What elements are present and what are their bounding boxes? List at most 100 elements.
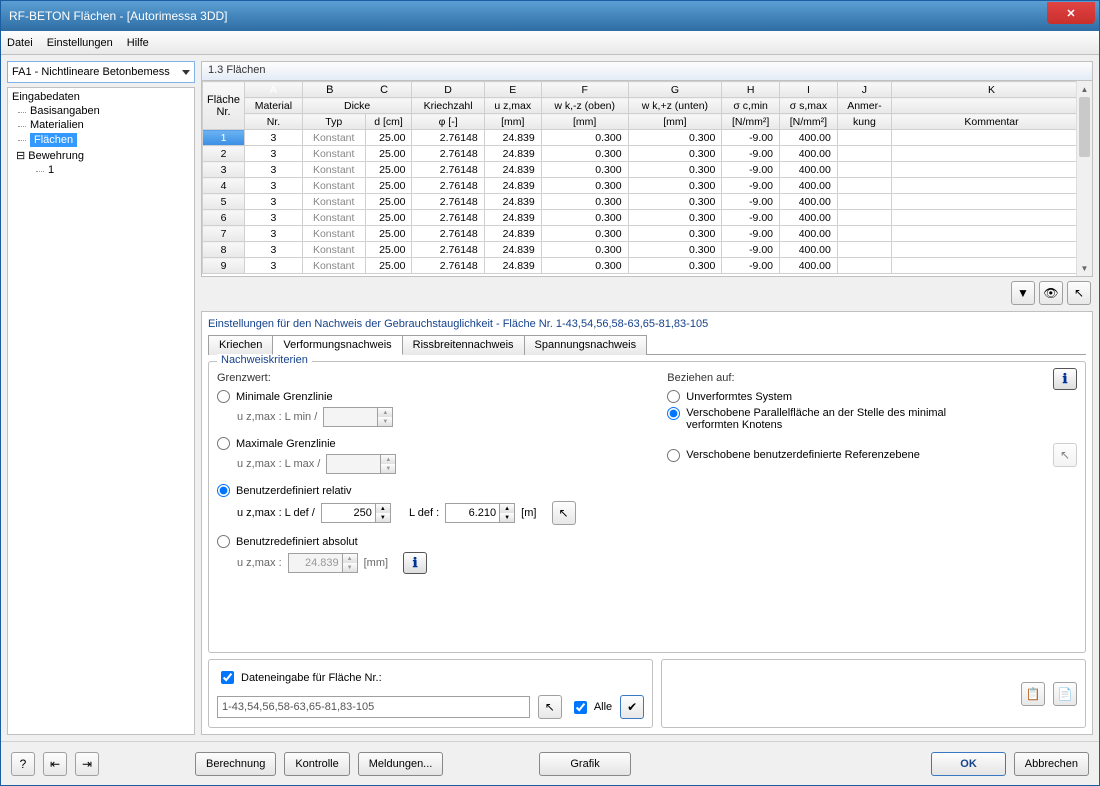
tree-materialien[interactable]: Materialien bbox=[28, 118, 192, 132]
ldef-value-spinner[interactable]: 6.210▲▼ bbox=[445, 503, 515, 523]
footer: ? ⇤ ⇥ Berechnung Kontrolle Meldungen... … bbox=[1, 741, 1099, 785]
uzmax-spinner[interactable]: 24.839▲▼ bbox=[288, 553, 358, 573]
col-flaeche-nr: FlächeNr. bbox=[203, 82, 245, 130]
left-panel: FA1 - Nichtlineare Betonbemess Eingabeda… bbox=[7, 61, 195, 735]
col-letter-d[interactable]: D bbox=[412, 82, 484, 98]
user-abs-inputs: u z,max : 24.839▲▼ [mm] ℹ bbox=[237, 552, 647, 574]
tree-bewehrung-1[interactable]: 1 bbox=[46, 163, 192, 177]
abbrechen-button[interactable]: Abbrechen bbox=[1014, 752, 1089, 776]
content-area: FA1 - Nichtlineare Betonbemess Eingabeda… bbox=[1, 55, 1099, 741]
settings-tabs: Kriechen Verformungsnachweis Rissbreiten… bbox=[208, 334, 1086, 355]
ok-button[interactable]: OK bbox=[931, 752, 1006, 776]
table-row[interactable]: 7 3 Konstant 25.00 2.76148 24.839 0.300 … bbox=[203, 226, 1092, 242]
col-letter-g[interactable]: G bbox=[628, 82, 722, 98]
menu-help[interactable]: Hilfe bbox=[127, 37, 149, 49]
tab-spannung[interactable]: Spannungsnachweis bbox=[524, 335, 648, 355]
copy-icon[interactable]: 📋 bbox=[1021, 682, 1045, 706]
menubar: Datei Einstellungen Hilfe bbox=[1, 31, 1099, 55]
table-row[interactable]: 5 3 Konstant 25.00 2.76148 24.839 0.300 … bbox=[203, 194, 1092, 210]
tree-root[interactable]: Eingabedaten bbox=[10, 90, 192, 104]
radio-referenz[interactable]: Verschobene benutzerdefinierte Referenze… bbox=[667, 443, 1077, 467]
table-row[interactable]: 3 3 Konstant 25.00 2.76148 24.839 0.300 … bbox=[203, 162, 1092, 178]
data-grid[interactable]: FlächeNr. A B C D E F G H I J K bbox=[201, 81, 1093, 277]
pick-surfaces-icon[interactable]: ↖ bbox=[538, 695, 562, 719]
col-letter-b[interactable]: B C bbox=[302, 82, 412, 98]
pick-length-icon[interactable]: ↖ bbox=[552, 501, 576, 525]
col-letter-i[interactable]: I bbox=[780, 82, 838, 98]
radio-unverformt[interactable]: Unverformtes System bbox=[667, 390, 1077, 403]
dropdown-value: FA1 - Nichtlineare Betonbemess bbox=[12, 66, 170, 78]
ldef-ratio-spinner[interactable]: 250▲▼ bbox=[321, 503, 391, 523]
tree-basisangaben[interactable]: Basisangaben bbox=[28, 104, 192, 118]
radio-user-abs[interactable]: Benutzredefiniert absolut bbox=[217, 535, 647, 548]
tree-flaechen[interactable]: Flächen bbox=[28, 132, 192, 148]
tab-verformung[interactable]: Verformungsnachweis bbox=[272, 335, 402, 355]
data-input-box: Dateneingabe für Fläche Nr.: 1-43,54,56,… bbox=[208, 659, 653, 728]
col-letter-j[interactable]: J bbox=[837, 82, 891, 98]
kontrolle-button[interactable]: Kontrolle bbox=[284, 752, 349, 776]
col-letter-h[interactable]: H bbox=[722, 82, 780, 98]
lmax-spinner[interactable]: ▲▼ bbox=[326, 454, 396, 474]
chevron-down-icon bbox=[182, 70, 190, 75]
close-button[interactable]: ✕ bbox=[1047, 2, 1095, 24]
col-letter-a[interactable]: A bbox=[245, 82, 303, 98]
col-letter-f[interactable]: F bbox=[541, 82, 628, 98]
table-row[interactable]: 6 3 Konstant 25.00 2.76148 24.839 0.300 … bbox=[203, 210, 1092, 226]
menu-settings[interactable]: Einstellungen bbox=[47, 37, 113, 49]
info-button-right[interactable]: ℹ bbox=[1053, 368, 1077, 390]
table-row[interactable]: 9 3 Konstant 25.00 2.76148 24.839 0.300 … bbox=[203, 258, 1092, 274]
meldungen-button[interactable]: Meldungen... bbox=[358, 752, 444, 776]
help-icon[interactable]: ? bbox=[11, 752, 35, 776]
filter-icon[interactable]: ▼ bbox=[1011, 281, 1035, 305]
criteria-group: Nachweiskriterien Grenzwert: Minimale Gr… bbox=[208, 361, 1086, 653]
tab-rissbreiten[interactable]: Rissbreitennachweis bbox=[402, 335, 525, 355]
grafik-button[interactable]: Grafik bbox=[539, 752, 630, 776]
beziehen-label: Beziehen auf: bbox=[667, 372, 1077, 384]
titlebar: RF-BETON Flächen - [Autorimessa 3DD] ✕ bbox=[1, 1, 1099, 31]
group-title: Nachweiskriterien bbox=[217, 354, 312, 366]
tab-kriechen[interactable]: Kriechen bbox=[208, 335, 273, 355]
prev-icon[interactable]: ⇤ bbox=[43, 752, 67, 776]
menu-file[interactable]: Datei bbox=[7, 37, 33, 49]
min-grenz-input: u z,max : L min /▲▼ bbox=[237, 407, 647, 427]
pick-plane-icon[interactable]: ↖ bbox=[1053, 443, 1077, 467]
user-rel-inputs: u z,max : L def / 250▲▼ L def : 6.210▲▼ … bbox=[237, 501, 647, 525]
window-title: RF-BETON Flächen - [Autorimessa 3DD] bbox=[9, 9, 228, 23]
berechnung-button[interactable]: Berechnung bbox=[195, 752, 276, 776]
section-title: 1.3 Flächen bbox=[201, 61, 1093, 81]
col-letter-e[interactable]: E bbox=[484, 82, 541, 98]
table-row[interactable]: 1 3 Konstant 25.00 2.76148 24.839 0.300 … bbox=[203, 130, 1092, 146]
info-icon[interactable]: ℹ bbox=[403, 552, 427, 574]
apply-check-icon[interactable]: ✔ bbox=[620, 695, 644, 719]
table-row[interactable]: 4 3 Konstant 25.00 2.76148 24.839 0.300 … bbox=[203, 178, 1092, 194]
case-dropdown[interactable]: FA1 - Nichtlineare Betonbemess bbox=[7, 61, 195, 83]
alle-check[interactable]: Alle bbox=[570, 698, 612, 717]
right-panel: 1.3 Flächen FlächeNr. A B C D E F G H I bbox=[201, 61, 1093, 735]
grenzwert-label: Grenzwert: bbox=[217, 372, 647, 384]
radio-max-grenz[interactable]: Maximale Grenzlinie bbox=[217, 437, 647, 450]
radio-parallel[interactable]: Verschobene Parallelfläche an der Stelle… bbox=[667, 407, 1077, 431]
clipboard-box: 📋 📄 bbox=[661, 659, 1086, 728]
settings-heading: Einstellungen für den Nachweis der Gebra… bbox=[208, 316, 1086, 334]
next-icon[interactable]: ⇥ bbox=[75, 752, 99, 776]
criteria-right: ℹ Beziehen auf: Unverformtes System Vers… bbox=[667, 368, 1077, 584]
col-letter-k[interactable]: K bbox=[892, 82, 1092, 98]
lower-row: Dateneingabe für Fläche Nr.: 1-43,54,56,… bbox=[208, 659, 1086, 728]
settings-panel: Einstellungen für den Nachweis der Gebra… bbox=[201, 311, 1093, 735]
criteria-left: Grenzwert: Minimale Grenzlinie u z,max :… bbox=[217, 368, 647, 584]
lmin-spinner[interactable]: ▲▼ bbox=[323, 407, 393, 427]
table-row[interactable]: 2 3 Konstant 25.00 2.76148 24.839 0.300 … bbox=[203, 146, 1092, 162]
nav-tree: Eingabedaten Basisangaben Materialien Fl… bbox=[7, 87, 195, 735]
max-grenz-input: u z,max : L max /▲▼ bbox=[237, 454, 647, 474]
radio-min-grenz[interactable]: Minimale Grenzlinie bbox=[217, 390, 647, 403]
table-row[interactable]: 8 3 Konstant 25.00 2.76148 24.839 0.300 … bbox=[203, 242, 1092, 258]
paste-icon[interactable]: 📄 bbox=[1053, 682, 1077, 706]
radio-user-rel[interactable]: Benutzerdefiniert relativ bbox=[217, 484, 647, 497]
pick-icon[interactable]: ↖ bbox=[1067, 281, 1091, 305]
grid-scrollbar[interactable]: ▲ ▼ bbox=[1076, 81, 1092, 276]
tree-bewehrung[interactable]: ⊟ Bewehrung bbox=[14, 148, 192, 163]
main-window: RF-BETON Flächen - [Autorimessa 3DD] ✕ D… bbox=[0, 0, 1100, 786]
eye-icon[interactable]: 👁 bbox=[1039, 281, 1063, 305]
data-input-check[interactable]: Dateneingabe für Fläche Nr.: bbox=[217, 668, 644, 687]
surface-list-input[interactable]: 1-43,54,56,58-63,65-81,83-105 bbox=[217, 696, 530, 718]
